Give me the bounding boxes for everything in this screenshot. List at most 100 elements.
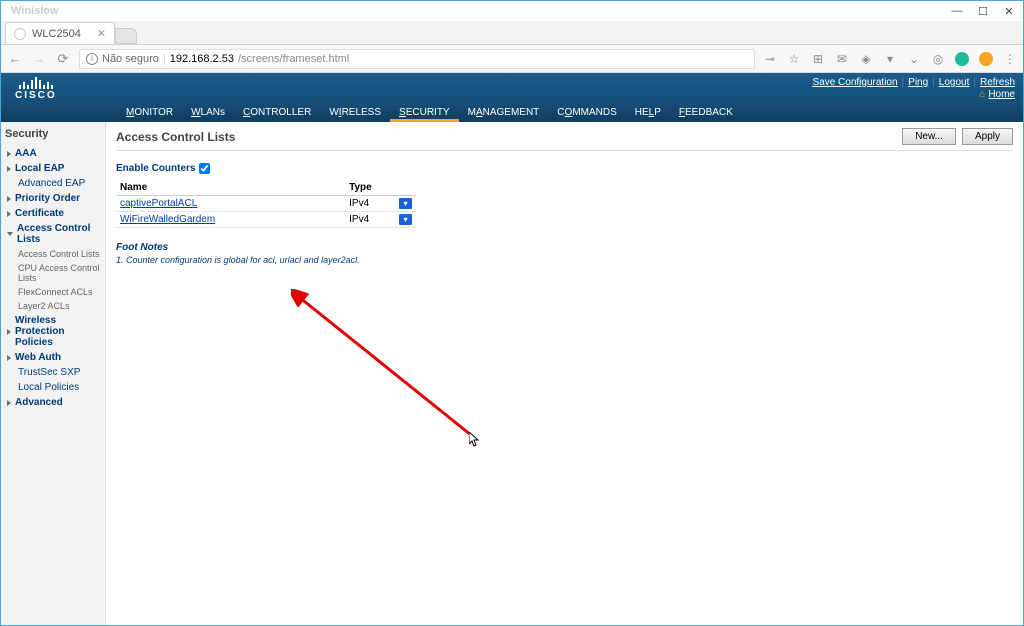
- watermark: Winislow: [7, 5, 59, 17]
- page-title-row: Access Control Lists New... Apply: [116, 128, 1013, 145]
- caret-icon: [7, 400, 11, 406]
- sidebar-item-local-eap[interactable]: Local EAP: [5, 161, 101, 176]
- tab-title: WLC2504: [32, 28, 81, 40]
- security-label: Não seguro: [102, 53, 159, 65]
- caret-icon: [7, 329, 11, 335]
- table-row: captivePortalACL IPv4 ▾: [116, 196, 416, 212]
- refresh-link[interactable]: Refresh: [980, 77, 1015, 88]
- sidebar-item-web-auth[interactable]: Web Auth: [5, 350, 101, 365]
- cisco-logo-icon: [19, 77, 53, 89]
- caret-icon: [7, 211, 11, 217]
- tab-close-icon[interactable]: ✕: [91, 27, 106, 40]
- home-link[interactable]: ⌂ Home: [979, 89, 1015, 100]
- nav-security[interactable]: SECURITY: [390, 104, 459, 122]
- annotation-arrow: [291, 289, 481, 445]
- sidebar-item-wireless-protection[interactable]: Wireless Protection Policies: [5, 313, 101, 350]
- back-button[interactable]: ←: [7, 51, 23, 67]
- row-menu-icon[interactable]: ▾: [399, 198, 412, 209]
- nav-wireless[interactable]: WIRELESS: [320, 104, 390, 121]
- sidebar-item-local-policies[interactable]: Local Policies: [5, 380, 101, 395]
- table-header-row: Name Type: [116, 180, 416, 196]
- sidebar-item-aaa[interactable]: AAA: [5, 146, 101, 161]
- window-controls: — ☐ ✕: [951, 5, 1015, 18]
- col-name: Name: [116, 180, 345, 196]
- button-bar: New... Apply: [902, 128, 1013, 145]
- menu-icon[interactable]: ⋮: [1003, 52, 1017, 66]
- home-icon: ⌂: [979, 89, 985, 100]
- extension-icon[interactable]: ⊞: [811, 52, 825, 66]
- page-title: Access Control Lists: [116, 130, 235, 144]
- url-path: /screens/frameset.html: [238, 53, 349, 65]
- vpn-icon[interactable]: ◎: [931, 52, 945, 66]
- chevron-down-icon[interactable]: ▾: [883, 52, 897, 66]
- sidebar-subitem-acl[interactable]: Access Control Lists: [5, 247, 101, 261]
- table-row: WiFireWalledGardem IPv4 ▾: [116, 212, 416, 228]
- col-type: Type: [345, 180, 395, 196]
- nav-monitor[interactable]: MONITOR: [117, 104, 182, 121]
- pocket-icon[interactable]: ⌄: [907, 52, 921, 66]
- ping-link[interactable]: Ping: [908, 77, 928, 88]
- sidebar-item-advanced-eap[interactable]: Advanced EAP: [5, 176, 101, 191]
- forward-button[interactable]: →: [31, 51, 47, 67]
- nav-controller[interactable]: CONTROLLER: [234, 104, 320, 121]
- sidebar-item-advanced[interactable]: Advanced: [5, 395, 101, 410]
- diamond-icon[interactable]: ◈: [859, 52, 873, 66]
- favicon-icon: [14, 28, 26, 40]
- caret-icon: [7, 355, 11, 361]
- toolbar-icons: ⊸ ☆ ⊞ ✉ ◈ ▾ ⌄ ◎ ⋮: [763, 52, 1017, 66]
- site-info-icon[interactable]: i: [86, 53, 98, 65]
- caret-icon: [7, 196, 11, 202]
- acl-link-wifirewalledgardem[interactable]: WiFireWalledGardem: [120, 214, 215, 225]
- browser-tab[interactable]: WLC2504 ✕: [5, 22, 115, 44]
- sidebar-item-acl[interactable]: Access Control Lists: [5, 221, 101, 247]
- mail-icon[interactable]: ✉: [835, 52, 849, 66]
- window-minimize[interactable]: —: [951, 5, 963, 17]
- sidebar-item-trustsec-sxp[interactable]: TrustSec SXP: [5, 365, 101, 380]
- window-titlebar: Winislow — ☐ ✕: [1, 1, 1023, 21]
- header-links: Save Configuration| Ping| Logout| Refres…: [812, 77, 1015, 88]
- sidebar-subitem-cpu-acl[interactable]: CPU Access Control Lists: [5, 261, 101, 285]
- sidebar-title: Security: [5, 128, 101, 146]
- browser-tab-strip: WLC2504 ✕: [1, 21, 1023, 45]
- url-host: 192.168.2.53: [170, 53, 234, 65]
- sidebar-subitem-flexconnect-acl[interactable]: FlexConnect ACLs: [5, 285, 101, 299]
- profile-avatar[interactable]: [955, 52, 969, 66]
- caret-down-icon: [7, 232, 13, 239]
- acl-type: IPv4: [345, 212, 395, 228]
- save-configuration-link[interactable]: Save Configuration: [812, 77, 897, 88]
- sidebar-item-priority-order[interactable]: Priority Order: [5, 191, 101, 206]
- footnotes-heading: Foot Notes: [116, 242, 1013, 253]
- nav-feedback[interactable]: FEEDBACK: [670, 104, 742, 121]
- sidebar: Security AAA Local EAP Advanced EAP Prio…: [1, 122, 106, 625]
- sidebar-item-certificate[interactable]: Certificate: [5, 206, 101, 221]
- main-nav: MONITOR WLANs CONTROLLER WIRELESS SECURI…: [1, 103, 1023, 122]
- footnote-1: 1. Counter configuration is global for a…: [116, 255, 1013, 265]
- new-button[interactable]: New...: [902, 128, 956, 145]
- acl-link-captiveportal[interactable]: captivePortalACL: [120, 198, 197, 209]
- browser-url-bar: ← → ⟳ i Não seguro | 192.168.2.53/screen…: [1, 45, 1023, 73]
- extension-chip-icon[interactable]: [979, 52, 993, 66]
- key-icon[interactable]: ⊸: [763, 52, 777, 66]
- enable-counters-row: Enable Counters: [116, 163, 1013, 174]
- nav-wlans[interactable]: WLANs: [182, 104, 234, 121]
- nav-help[interactable]: HELP: [626, 104, 670, 121]
- cisco-header: CISCO Save Configuration| Ping| Logout| …: [1, 73, 1023, 103]
- main-panel: Access Control Lists New... Apply Enable…: [106, 122, 1023, 625]
- row-menu-icon[interactable]: ▾: [399, 214, 412, 225]
- reload-button[interactable]: ⟳: [55, 51, 71, 67]
- apply-button[interactable]: Apply: [962, 128, 1013, 145]
- new-tab-button[interactable]: [115, 28, 137, 44]
- mouse-cursor-icon: [469, 432, 481, 448]
- window-close[interactable]: ✕: [1003, 5, 1015, 18]
- logout-link[interactable]: Logout: [939, 77, 970, 88]
- nav-management[interactable]: MANAGEMENT: [459, 104, 549, 121]
- caret-icon: [7, 151, 11, 157]
- enable-counters-checkbox[interactable]: [199, 163, 210, 174]
- nav-commands[interactable]: COMMANDS: [548, 104, 625, 121]
- cisco-brand-text: CISCO: [15, 90, 57, 101]
- star-icon[interactable]: ☆: [787, 52, 801, 66]
- enable-counters-label: Enable Counters: [116, 163, 195, 174]
- sidebar-subitem-layer2-acl[interactable]: Layer2 ACLs: [5, 299, 101, 313]
- window-maximize[interactable]: ☐: [977, 5, 989, 18]
- address-bar[interactable]: i Não seguro | 192.168.2.53/screens/fram…: [79, 49, 755, 69]
